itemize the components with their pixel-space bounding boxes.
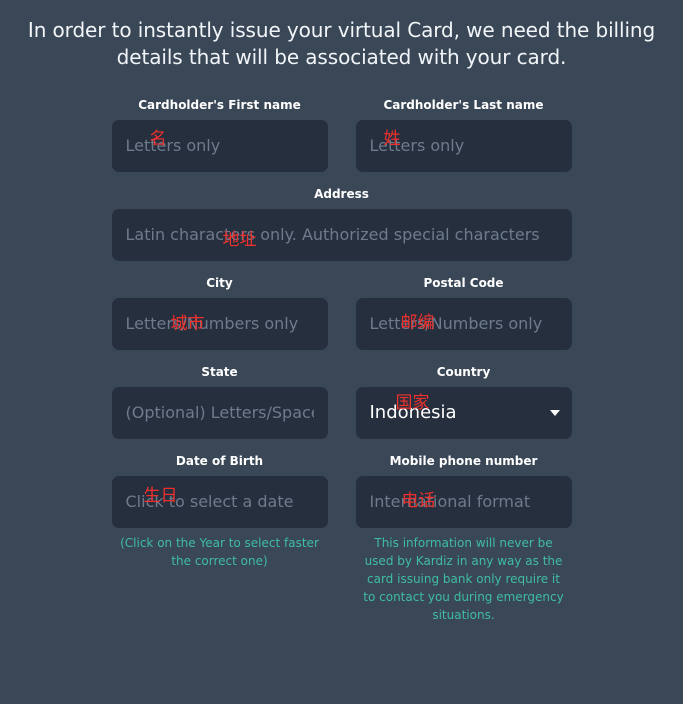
city-postal-row: City 城市 Postal Code 邮编 [111, 275, 572, 350]
country-select[interactable]: Indonesia [355, 386, 572, 439]
field-first-name: Cardholder's First name 名 [111, 97, 328, 172]
mobile-phone-input-wrap: 电话 [355, 475, 572, 528]
address-input[interactable] [111, 208, 572, 261]
mobile-phone-helper-text: This information will never be used by K… [363, 535, 564, 622]
mobile-phone-input[interactable] [355, 475, 572, 528]
last-name-label: Cardholder's Last name [383, 97, 544, 112]
chevron-down-icon [549, 409, 560, 416]
name-row: Cardholder's First name 名 Cardholder's L… [111, 97, 572, 172]
country-select-wrap: Indonesia 国家 [355, 386, 572, 439]
field-last-name: Cardholder's Last name 姓 [355, 97, 572, 172]
last-name-input-wrap: 姓 [355, 119, 572, 172]
address-label: Address [314, 186, 369, 201]
date-of-birth-helper-text: (Click on the Year to select faster the … [120, 535, 319, 568]
first-name-label: Cardholder's First name [138, 97, 301, 112]
country-label: Country [436, 364, 491, 379]
city-input[interactable] [111, 297, 328, 350]
country-selected-value: Indonesia [369, 402, 457, 423]
city-input-wrap: 城市 [111, 297, 328, 350]
field-country: Country Indonesia 国家 [355, 364, 572, 439]
address-input-wrap: 地址 [111, 208, 572, 261]
field-state: State [111, 364, 328, 439]
billing-details-form: Cardholder's First name 名 Cardholder's L… [111, 85, 572, 624]
state-input[interactable] [111, 386, 328, 439]
field-address: Address 地址 [111, 186, 572, 261]
state-label: State [201, 364, 238, 379]
last-name-input[interactable] [355, 119, 572, 172]
state-country-row: State Country Indonesia 国家 [111, 364, 572, 439]
field-postal-code: Postal Code 邮编 [355, 275, 572, 350]
page-title: In order to instantly issue your virtual… [27, 18, 656, 70]
field-date-of-birth: Date of Birth 生日 (Click on the Year to s… [111, 453, 328, 570]
address-row: Address 地址 [111, 186, 572, 261]
postal-code-input[interactable] [355, 297, 572, 350]
city-label: City [206, 275, 233, 290]
field-city: City 城市 [111, 275, 328, 350]
field-mobile-phone: Mobile phone number 电话 This information … [355, 453, 572, 624]
state-input-wrap [111, 386, 328, 439]
postal-code-label: Postal Code [423, 275, 504, 290]
first-name-input-wrap: 名 [111, 119, 328, 172]
mobile-phone-label: Mobile phone number [389, 453, 538, 468]
date-of-birth-input-wrap: 生日 [111, 475, 328, 528]
date-of-birth-label: Date of Birth [175, 453, 264, 468]
postal-code-input-wrap: 邮编 [355, 297, 572, 350]
first-name-input[interactable] [111, 119, 328, 172]
date-of-birth-input[interactable] [111, 475, 328, 528]
dob-phone-row: Date of Birth 生日 (Click on the Year to s… [111, 453, 572, 624]
